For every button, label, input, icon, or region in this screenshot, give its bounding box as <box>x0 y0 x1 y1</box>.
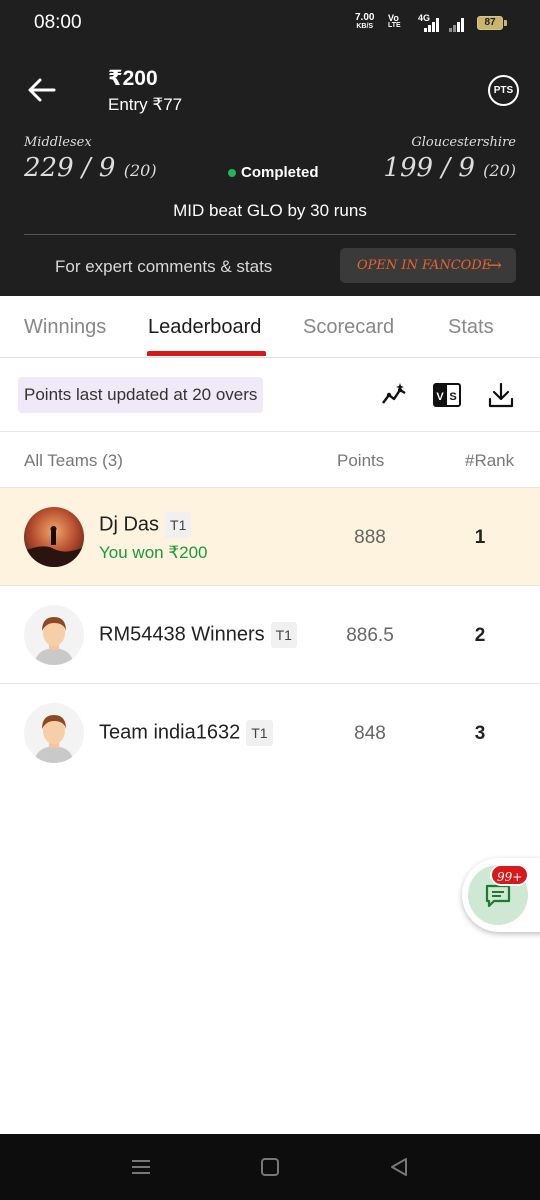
team-left-overs: (20) <box>123 161 157 180</box>
trend-icon[interactable] <box>380 381 408 409</box>
rank-column-header: #Rank <box>465 451 515 470</box>
signal-icon <box>449 16 469 32</box>
avatar <box>24 507 84 567</box>
team-name-text: Dj Das <box>99 513 160 536</box>
leaderboard-header: All Teams (3) Points #Rank <box>0 431 540 487</box>
tab-scorecard[interactable]: Scorecard <box>303 316 394 339</box>
team-name-text: Team india1632 <box>99 721 241 744</box>
team-right-overs: (20) <box>483 161 516 180</box>
team-left-score: 229 / 9 (20) <box>24 153 157 183</box>
chat-fab[interactable]: 99+ <box>462 858 540 932</box>
leaderboard-row[interactable]: RM54438 Winners T1 886.5 2 <box>0 585 540 683</box>
team-points: 848 <box>354 723 386 744</box>
contest-entry: Entry ₹77 <box>108 95 183 114</box>
active-tab-indicator <box>147 351 266 356</box>
team-right-score: 199 / 9 (20) <box>383 153 516 183</box>
all-teams-label: All Teams (3) <box>24 451 123 470</box>
menu-icon[interactable] <box>130 1156 152 1178</box>
divider <box>24 234 516 235</box>
versus-icon[interactable]: V S <box>433 381 461 409</box>
team-rank: 2 <box>474 625 486 646</box>
leaderboard-row[interactable]: Team india1632 T1 848 3 <box>0 683 540 781</box>
status-bar: 08:00 7.00 KB/S Vo LTE 4G 87 <box>0 0 540 46</box>
avatar <box>24 605 84 665</box>
network-speed-value: 7.00 <box>355 12 375 23</box>
points-column-header: Points <box>337 451 385 470</box>
svg-text:S: S <box>449 391 456 403</box>
team-left-name: Middlesex <box>24 135 92 150</box>
system-nav-bar <box>0 1134 540 1200</box>
team-points: 886.5 <box>346 625 394 646</box>
volte-indicator: Vo LTE <box>388 14 401 30</box>
winning-amount: You won ₹200 <box>99 543 208 562</box>
tab-bar: Winnings Leaderboard Scorecard Stats <box>0 296 540 358</box>
svg-text:V: V <box>436 391 444 403</box>
tab-winnings[interactable]: Winnings <box>24 316 106 339</box>
team-tag: T1 <box>246 720 273 746</box>
team-right-name: Gloucestershire <box>411 135 516 150</box>
team-tag: T1 <box>270 622 297 648</box>
chat-badge: 99+ <box>490 864 530 886</box>
team-name-text: RM54438 Winners <box>99 623 265 646</box>
match-result: MID beat GLO by 30 runs <box>173 201 367 220</box>
status-dot-icon <box>228 169 236 177</box>
volte-bottom: LTE <box>388 22 401 29</box>
points-update-chip: Points last updated at 20 overs <box>18 377 264 413</box>
volte-top: Vo <box>388 13 399 23</box>
leaderboard-row[interactable]: Dj Das T1 You won ₹200 888 1 <box>0 487 540 585</box>
expert-stats-text: For expert comments & stats <box>55 257 273 276</box>
team-rank: 3 <box>474 723 486 744</box>
team-name: RM54438 Winners T1 <box>99 622 297 648</box>
tab-leaderboard[interactable]: Leaderboard <box>148 316 261 339</box>
battery-icon: 87 <box>477 16 507 30</box>
home-icon[interactable] <box>259 1156 281 1178</box>
status-time: 08:00 <box>34 12 82 33</box>
match-header: 08:00 7.00 KB/S Vo LTE 4G 87 ₹200 Entry … <box>0 0 540 296</box>
team-rank: 1 <box>474 527 486 548</box>
team-tag: T1 <box>165 512 192 538</box>
signal-icon <box>424 16 444 32</box>
match-status: Completed <box>241 164 319 181</box>
open-fancode-label: OPEN IN FANCODE <box>357 258 492 273</box>
back-icon[interactable] <box>388 1156 410 1178</box>
open-fancode-button[interactable]: OPEN IN FANCODE → <box>340 248 516 283</box>
contest-prize: ₹200 <box>108 67 158 90</box>
avatar <box>24 703 84 763</box>
team-left-runs: 229 / 9 <box>24 153 116 183</box>
team-name: Team india1632 T1 <box>99 720 273 746</box>
download-icon[interactable] <box>487 381 515 409</box>
network-speed: 7.00 KB/S <box>355 13 374 31</box>
points-system-button[interactable]: PTS <box>488 75 519 106</box>
back-arrow-icon[interactable] <box>26 74 58 106</box>
network-speed-unit: KB/S <box>356 23 374 30</box>
arrow-right-icon: → <box>486 255 502 276</box>
team-name: Dj Das T1 <box>99 512 192 538</box>
team-points: 888 <box>354 527 386 548</box>
team-right-runs: 199 / 9 <box>383 153 475 183</box>
tab-stats[interactable]: Stats <box>448 316 494 339</box>
